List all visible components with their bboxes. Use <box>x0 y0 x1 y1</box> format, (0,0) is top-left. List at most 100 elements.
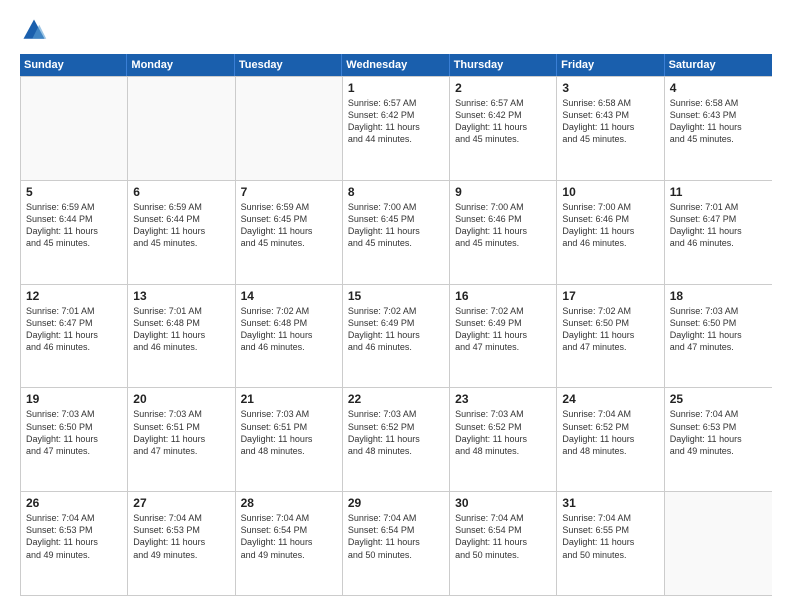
cell-info-line: Sunrise: 6:59 AM <box>26 201 122 213</box>
cell-info-line: Sunrise: 7:03 AM <box>670 305 767 317</box>
cell-info-line: Daylight: 11 hours <box>670 329 767 341</box>
cell-info-line: Sunset: 6:53 PM <box>26 524 122 536</box>
calendar-week: 5Sunrise: 6:59 AMSunset: 6:44 PMDaylight… <box>21 181 772 285</box>
weekday-header: Monday <box>127 54 234 76</box>
cell-info-line: Daylight: 11 hours <box>26 329 122 341</box>
cell-info-line: Daylight: 11 hours <box>455 121 551 133</box>
cell-info-line: Sunrise: 7:01 AM <box>133 305 229 317</box>
day-number: 24 <box>562 392 658 406</box>
cell-info-line: Sunrise: 7:02 AM <box>348 305 444 317</box>
cell-info-line: and 47 minutes. <box>133 445 229 457</box>
cell-info-line: Daylight: 11 hours <box>26 536 122 548</box>
calendar-cell: 24Sunrise: 7:04 AMSunset: 6:52 PMDayligh… <box>557 388 664 491</box>
cell-info-line: Sunrise: 6:58 AM <box>670 97 767 109</box>
cell-info-line: Sunrise: 7:02 AM <box>241 305 337 317</box>
cell-info-line: Sunset: 6:45 PM <box>348 213 444 225</box>
day-number: 16 <box>455 289 551 303</box>
weekday-header: Wednesday <box>342 54 449 76</box>
day-number: 22 <box>348 392 444 406</box>
day-number: 18 <box>670 289 767 303</box>
cell-info-line: and 50 minutes. <box>348 549 444 561</box>
calendar-week: 12Sunrise: 7:01 AMSunset: 6:47 PMDayligh… <box>21 285 772 389</box>
page: SundayMondayTuesdayWednesdayThursdayFrid… <box>0 0 792 612</box>
cell-info-line: Sunrise: 7:04 AM <box>241 512 337 524</box>
calendar-cell: 15Sunrise: 7:02 AMSunset: 6:49 PMDayligh… <box>343 285 450 388</box>
cell-info-line: Sunrise: 6:58 AM <box>562 97 658 109</box>
cell-info-line: and 45 minutes. <box>348 237 444 249</box>
cell-info-line: Daylight: 11 hours <box>670 225 767 237</box>
cell-info-line: Sunset: 6:54 PM <box>241 524 337 536</box>
calendar-cell: 18Sunrise: 7:03 AMSunset: 6:50 PMDayligh… <box>665 285 772 388</box>
cell-info-line: Sunrise: 6:59 AM <box>241 201 337 213</box>
cell-info-line: Daylight: 11 hours <box>348 536 444 548</box>
cell-info-line: and 46 minutes. <box>26 341 122 353</box>
cell-info-line: and 45 minutes. <box>241 237 337 249</box>
cell-info-line: Daylight: 11 hours <box>562 121 658 133</box>
cell-info-line: and 45 minutes. <box>455 133 551 145</box>
cell-info-line: Sunset: 6:52 PM <box>455 421 551 433</box>
calendar-cell: 27Sunrise: 7:04 AMSunset: 6:53 PMDayligh… <box>128 492 235 595</box>
day-number: 17 <box>562 289 658 303</box>
cell-info-line: and 46 minutes. <box>241 341 337 353</box>
cell-info-line: Sunrise: 7:04 AM <box>562 512 658 524</box>
cell-info-line: Sunset: 6:49 PM <box>348 317 444 329</box>
logo <box>20 16 54 44</box>
calendar-cell: 4 Sunrise: 6:58 AMSunset: 6:43 PMDaylight… <box>665 77 772 180</box>
calendar-week: 1Sunrise: 6:57 AMSunset: 6:42 PMDaylight… <box>21 77 772 181</box>
cell-info-line: Daylight: 11 hours <box>26 225 122 237</box>
calendar-header: SundayMondayTuesdayWednesdayThursdayFrid… <box>20 54 772 76</box>
cell-info-line: and 47 minutes. <box>26 445 122 457</box>
calendar-cell: 16Sunrise: 7:02 AMSunset: 6:49 PMDayligh… <box>450 285 557 388</box>
calendar-cell: 1Sunrise: 6:57 AMSunset: 6:42 PMDaylight… <box>343 77 450 180</box>
cell-info-line: Sunrise: 7:03 AM <box>133 408 229 420</box>
day-number: 19 <box>26 392 122 406</box>
calendar-cell: 17Sunrise: 7:02 AMSunset: 6:50 PMDayligh… <box>557 285 664 388</box>
cell-info-line: Sunrise: 7:04 AM <box>348 512 444 524</box>
cell-info-line: and 46 minutes. <box>348 341 444 353</box>
cell-info-line: Sunrise: 7:00 AM <box>348 201 444 213</box>
day-number: 8 <box>348 185 444 199</box>
calendar-cell <box>21 77 128 180</box>
cell-info-line: Sunset: 6:52 PM <box>348 421 444 433</box>
weekday-header: Thursday <box>450 54 557 76</box>
cell-info-line: Daylight: 11 hours <box>562 329 658 341</box>
cell-info-line: Sunrise: 7:04 AM <box>562 408 658 420</box>
calendar-cell: 25Sunrise: 7:04 AMSunset: 6:53 PMDayligh… <box>665 388 772 491</box>
cell-info-line: and 47 minutes. <box>562 341 658 353</box>
cell-info-line: Sunset: 6:52 PM <box>562 421 658 433</box>
day-number: 9 <box>455 185 551 199</box>
cell-info-line: Daylight: 11 hours <box>241 225 337 237</box>
cell-info-line: Sunset: 6:46 PM <box>562 213 658 225</box>
weekday-header: Tuesday <box>235 54 342 76</box>
calendar-cell <box>236 77 343 180</box>
day-number: 10 <box>562 185 658 199</box>
cell-info-line: Daylight: 11 hours <box>241 536 337 548</box>
calendar-body: 1Sunrise: 6:57 AMSunset: 6:42 PMDaylight… <box>20 76 772 596</box>
day-number: 1 <box>348 81 444 95</box>
calendar-cell: 22Sunrise: 7:03 AMSunset: 6:52 PMDayligh… <box>343 388 450 491</box>
day-number: 13 <box>133 289 229 303</box>
cell-info-line: Sunset: 6:48 PM <box>241 317 337 329</box>
cell-info-line: Daylight: 11 hours <box>241 329 337 341</box>
cell-info-line: Daylight: 11 hours <box>455 433 551 445</box>
cell-info-line: Sunset: 6:53 PM <box>133 524 229 536</box>
cell-info-line: and 48 minutes. <box>241 445 337 457</box>
cell-info-line: Daylight: 11 hours <box>348 225 444 237</box>
cell-info-line: Sunset: 6:49 PM <box>455 317 551 329</box>
cell-info-line: and 45 minutes. <box>26 237 122 249</box>
cell-info-line: and 45 minutes. <box>670 133 767 145</box>
calendar-cell: 6Sunrise: 6:59 AMSunset: 6:44 PMDaylight… <box>128 181 235 284</box>
cell-info-line: Sunset: 6:43 PM <box>670 109 767 121</box>
day-number: 14 <box>241 289 337 303</box>
cell-info-line: Daylight: 11 hours <box>455 225 551 237</box>
calendar-week: 19Sunrise: 7:03 AMSunset: 6:50 PMDayligh… <box>21 388 772 492</box>
cell-info-line: Daylight: 11 hours <box>26 433 122 445</box>
calendar-cell: 2Sunrise: 6:57 AMSunset: 6:42 PMDaylight… <box>450 77 557 180</box>
header <box>20 16 772 44</box>
calendar-cell: 20Sunrise: 7:03 AMSunset: 6:51 PMDayligh… <box>128 388 235 491</box>
cell-info-line: and 49 minutes. <box>670 445 767 457</box>
day-number: 21 <box>241 392 337 406</box>
day-number: 4 <box>670 81 767 95</box>
cell-info-line: Daylight: 11 hours <box>670 121 767 133</box>
cell-info-line: and 45 minutes. <box>133 237 229 249</box>
